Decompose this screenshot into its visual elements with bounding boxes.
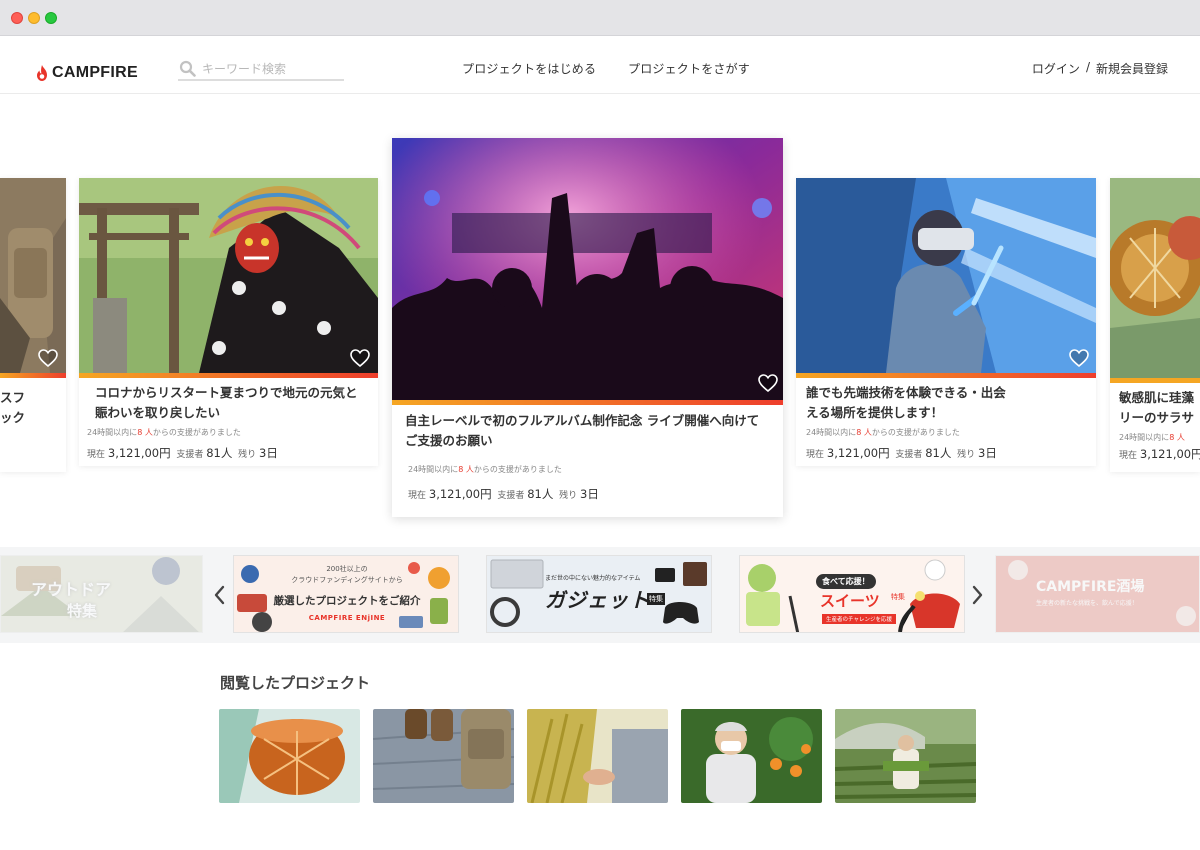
favorite-heart-icon[interactable]	[758, 374, 778, 392]
progress-bar	[796, 373, 1096, 378]
campfire-logo[interactable]: CAMPFIRE	[35, 64, 138, 82]
project-image	[796, 178, 1096, 373]
search-input[interactable]	[202, 61, 337, 76]
project-image	[79, 178, 378, 373]
progress-bar	[79, 373, 378, 378]
project-title: コロナからリスタート夏まつりで地元の元気と 賑わいを取り戻したい	[95, 385, 358, 420]
progress-bar	[1110, 378, 1200, 383]
project-image	[1110, 178, 1200, 378]
favorite-heart-icon[interactable]	[350, 349, 370, 367]
banner-engine-title: 厳選したプロジェクトをご紹介	[273, 595, 421, 607]
banner-sweets[interactable]: 食べて応援！ スイーツ 特集 生産者のチャレンジを応援	[739, 555, 965, 633]
search-icon[interactable]	[179, 60, 196, 77]
brand-name: CAMPFIRE	[52, 64, 138, 81]
project-stats: 現在 3,121,00円 支援者 81人 残り 3日	[806, 446, 997, 460]
project-card-featured[interactable]: 自主レーベルで初のフルアルバム制作記念 ライブ開催へ向けて ご支援のお願い 24…	[392, 138, 783, 517]
banner-prev-arrow-icon[interactable]	[212, 584, 226, 606]
close-window-button[interactable]	[11, 12, 23, 24]
support-note: 24時間以内に8 人からの支援がありました	[87, 428, 241, 437]
support-note: 24時間以内に8 人	[1119, 433, 1185, 442]
banner-sweets-caption: 食べて応援！	[816, 574, 876, 589]
banner-sweets-title: スイーツ	[820, 592, 880, 610]
viewed-project-thumbnail[interactable]	[373, 709, 514, 803]
viewed-project-thumbnail[interactable]	[219, 709, 360, 803]
banner-gadget-caption: まだ世の中にない魅力的なアイテム	[545, 575, 641, 582]
login-link[interactable]: ログイン	[1032, 60, 1080, 77]
banner-sakaba-title: CAMPFIRE酒場	[1036, 579, 1145, 595]
project-stats: 現在 3,121,00円 支援者 81人 残り 3日	[87, 446, 278, 460]
banner-gadget[interactable]: まだ世の中にない魅力的なアイテム ガジェット 特集	[486, 555, 712, 633]
banner-campfire-sakaba[interactable]: CAMPFIRE酒場 生産者の新たな挑戦を、飲んで応援！	[995, 555, 1200, 633]
project-card[interactable]: 誰でも先端技術を体験できる・出会 える場所を提供します！ 24時間以内に8 人か…	[796, 178, 1096, 466]
favorite-heart-icon[interactable]	[38, 349, 58, 367]
banner-outdoor-subtitle: 特集	[67, 602, 98, 620]
project-title: 敏感肌に珪藻 リーのサラサ	[1119, 390, 1195, 425]
support-note: 24時間以内に8 人からの支援がありました	[806, 428, 960, 437]
project-card-partial-right[interactable]: 敏感肌に珪藻 リーのサラサ 24時間以内に8 人 現在 3,121,00円	[1110, 178, 1200, 472]
project-image	[392, 138, 783, 400]
window-titlebar	[0, 0, 1200, 36]
thumbnail-image	[373, 709, 514, 803]
auth-divider: /	[1085, 60, 1090, 74]
favorite-heart-icon[interactable]	[1069, 349, 1089, 367]
thumbnail-image	[681, 709, 822, 803]
banner-gadget-tag: 特集	[647, 593, 665, 605]
project-stats: 現在 3,121,00円	[1119, 447, 1200, 461]
nav-find-project-link[interactable]: プロジェクトをさがす	[628, 60, 750, 77]
flame-icon	[37, 65, 47, 81]
project-card[interactable]: コロナからリスタート夏まつりで地元の元気と 賑わいを取り戻したい 24時間以内に…	[79, 178, 378, 466]
support-note: 24時間以内に8 人からの支援がありました	[408, 465, 562, 474]
search-box	[178, 58, 344, 81]
banner-sweets-subtitle: 生産者のチャレンジを応援	[822, 614, 896, 624]
banner-next-arrow-icon[interactable]	[971, 584, 985, 606]
project-title: 自主レーベルで初のフルアルバム制作記念 ライブ開催へ向けて ご支援のお願い	[405, 413, 760, 448]
minimize-window-button[interactable]	[28, 12, 40, 24]
maximize-window-button[interactable]	[45, 12, 57, 24]
viewed-project-thumbnail[interactable]	[527, 709, 668, 803]
progress-bar	[0, 373, 66, 378]
banner-campfire-engine[interactable]: 200社以上の クラウドファンディングサイトから 厳選したプロジェクトをご紹介 …	[233, 555, 459, 633]
banner-outdoor-title: アウトドア	[31, 580, 112, 599]
feature-banner-carousel: アウトドア 特集 200社以上の クラウドファンディングサイトから 厳選したプロ…	[0, 547, 1200, 643]
project-title: スフ ック	[0, 390, 26, 425]
banner-outdoor[interactable]: アウトドア 特集	[0, 555, 203, 633]
project-card-partial-left[interactable]: スフ ック	[0, 178, 66, 472]
project-stats: 現在 3,121,00円 支援者 81人 残り 3日	[408, 487, 599, 501]
progress-bar	[392, 400, 783, 405]
viewed-project-thumbnail[interactable]	[681, 709, 822, 803]
banner-engine-caption: 200社以上の クラウドファンディングサイトから	[291, 565, 403, 584]
thumbnail-image	[219, 709, 360, 803]
auth-links: ログイン / 新規会員登録	[1032, 60, 1168, 77]
project-image	[0, 178, 66, 373]
site-header: CAMPFIRE プロジェクトをはじめる プロジェクトをさがす ログイン / 新…	[0, 36, 1200, 94]
thumbnail-image	[835, 709, 976, 803]
banner-gadget-title: ガジェット	[545, 588, 650, 612]
nav-start-project-link[interactable]: プロジェクトをはじめる	[462, 60, 596, 77]
banner-sweets-tag: 特集	[891, 593, 905, 601]
thumbnail-image	[527, 709, 668, 803]
viewed-project-thumbnail[interactable]	[835, 709, 976, 803]
banner-engine-brand: CAMPFIRE ENjINE	[308, 614, 386, 622]
banner-sakaba-subtitle: 生産者の新たな挑戦を、飲んで応援！	[1036, 600, 1138, 607]
register-link[interactable]: 新規会員登録	[1096, 60, 1168, 77]
viewed-projects-heading: 閲覧したプロジェクト	[220, 674, 371, 692]
project-title: 誰でも先端技術を体験できる・出会 える場所を提供します！	[806, 385, 1006, 420]
